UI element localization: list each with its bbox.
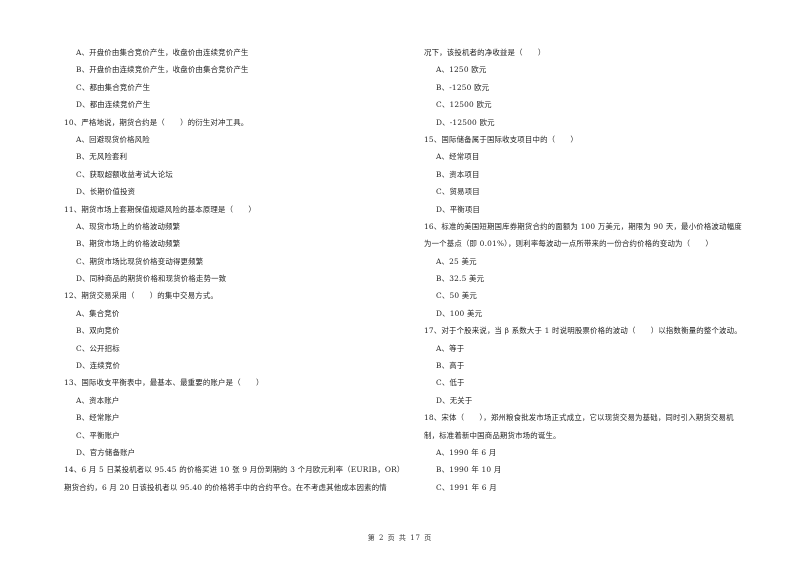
question-text: 16、标准的美国短期国库券期货合约的面额为 100 万美元，期限为 90 天，最… xyxy=(424,221,742,231)
right-column: 况下，该投机者的净收益是（ ） A、1250 欧元 B、-1250 欧元 C、1250… xyxy=(424,44,774,496)
answer-option: D、无关于 xyxy=(436,395,473,405)
answer-option: C、贸易项目 xyxy=(436,187,480,197)
answer-option: A、开盘价由集合竞价产生，收盘价由连续竞价产生 xyxy=(76,48,249,57)
question-continuation: 为一个基点（即 0.01%），则利率每波动一点所带来的一份合约价格的变动为（ ） xyxy=(424,239,714,249)
left-column: A、开盘价由集合竞价产生，收盘价由连续竞价产生 B、开盘价由连续竞价产生，收盘价由… xyxy=(64,44,404,496)
question-text: 17、对于个股来说，当 β 系数大于 1 时说明股票价格的波动（ ）以指数衡量的… xyxy=(424,326,742,336)
answer-option: D、平衡项目 xyxy=(436,204,481,214)
question-text: 12、期货交易采用（ ）的集中交易方式。 xyxy=(64,291,219,301)
answer-option: A、资本账户 xyxy=(76,395,120,405)
answer-option: A、经常项目 xyxy=(436,152,480,162)
question-text: 18、宋体（ ），郑州粮食批发市场正式成立，它以现货交易为基础，同时引入期货交易… xyxy=(424,413,734,423)
answer-option: C、50 美元 xyxy=(436,291,477,301)
answer-option: B、开盘价由连续竞价产生，收盘价由集合竞价产生 xyxy=(76,65,249,75)
answer-option: D、-12500 欧元 xyxy=(436,117,495,127)
answer-option: B、双向竞价 xyxy=(76,326,120,336)
answer-option: A、1250 欧元 xyxy=(436,65,487,75)
answer-option: D、连续竞价 xyxy=(76,361,121,371)
answer-option: B、高于 xyxy=(436,361,465,371)
answer-option: B、资本项目 xyxy=(436,169,480,179)
answer-option: B、1990 年 10 月 xyxy=(436,465,502,475)
question-continuation: 期货合约，6 月 20 日该投机者以 95.40 的价格将手中的合约平仓。在不考… xyxy=(64,482,387,492)
answer-option: A、回避现货价格风险 xyxy=(76,134,150,144)
answer-option: A、1990 年 6 月 xyxy=(436,447,497,457)
answer-option: C、12500 欧元 xyxy=(436,100,492,110)
question-continuation: 制，标准着新中国商品期货市场的诞生。 xyxy=(424,430,561,440)
question-continuation: 况下，该投机者的净收益是（ ） xyxy=(424,48,546,57)
answer-option: C、都由集合竞价产生 xyxy=(76,82,151,92)
answer-option: A、25 美元 xyxy=(436,256,477,266)
answer-option: C、低于 xyxy=(436,378,465,388)
answer-option: B、-1250 欧元 xyxy=(436,82,490,92)
answer-option: D、长期价值投资 xyxy=(76,187,136,197)
answer-option: B、经常账户 xyxy=(76,413,120,423)
answer-option: B、32.5 美元 xyxy=(436,274,485,284)
answer-option: C、平衡账户 xyxy=(76,430,120,440)
answer-option: D、官方储备账户 xyxy=(76,447,136,457)
answer-option: C、1991 年 6 月 xyxy=(436,482,497,492)
answer-option: C、获取超额收益考试大论坛 xyxy=(76,169,173,179)
answer-option: C、公开招标 xyxy=(76,343,120,353)
question-text: 14、6 月 5 日某投机者以 95.45 的价格买进 10 张 9 月份到期的… xyxy=(64,465,405,475)
question-text: 10、严格地说，期货合约是（ ）的衍生对冲工具。 xyxy=(64,117,249,127)
question-text: 15、国际储备属于国际收支项目中的（ ） xyxy=(424,134,579,144)
answer-option: C、期货市场比现货价格变动得更频繁 xyxy=(76,256,204,266)
answer-option: D、100 美元 xyxy=(436,308,483,318)
question-text: 11、期货市场上套期保值规避风险的基本原理是（ ） xyxy=(64,204,256,214)
answer-option: A、集合竞价 xyxy=(76,308,120,318)
answer-option: A、现货市场上的价格波动频繁 xyxy=(76,221,181,231)
answer-option: B、无风险套利 xyxy=(76,152,128,162)
answer-option: D、同种商品的期货价格和现货价格走势一致 xyxy=(76,274,227,284)
answer-option: A、等于 xyxy=(436,343,465,353)
answer-option: B、期货市场上的价格波动频繁 xyxy=(76,239,181,249)
page-footer: 第 2 页 共 17 页 xyxy=(367,534,433,542)
document-page: A、开盘价由集合竞价产生，收盘价由连续竞价产生 B、开盘价由连续竞价产生，收盘价由… xyxy=(0,0,800,565)
answer-option: D、都由连续竞价产生 xyxy=(76,100,151,110)
question-text: 13、国际收支平衡表中，最基本、最重要的账户是（ ） xyxy=(64,378,264,388)
